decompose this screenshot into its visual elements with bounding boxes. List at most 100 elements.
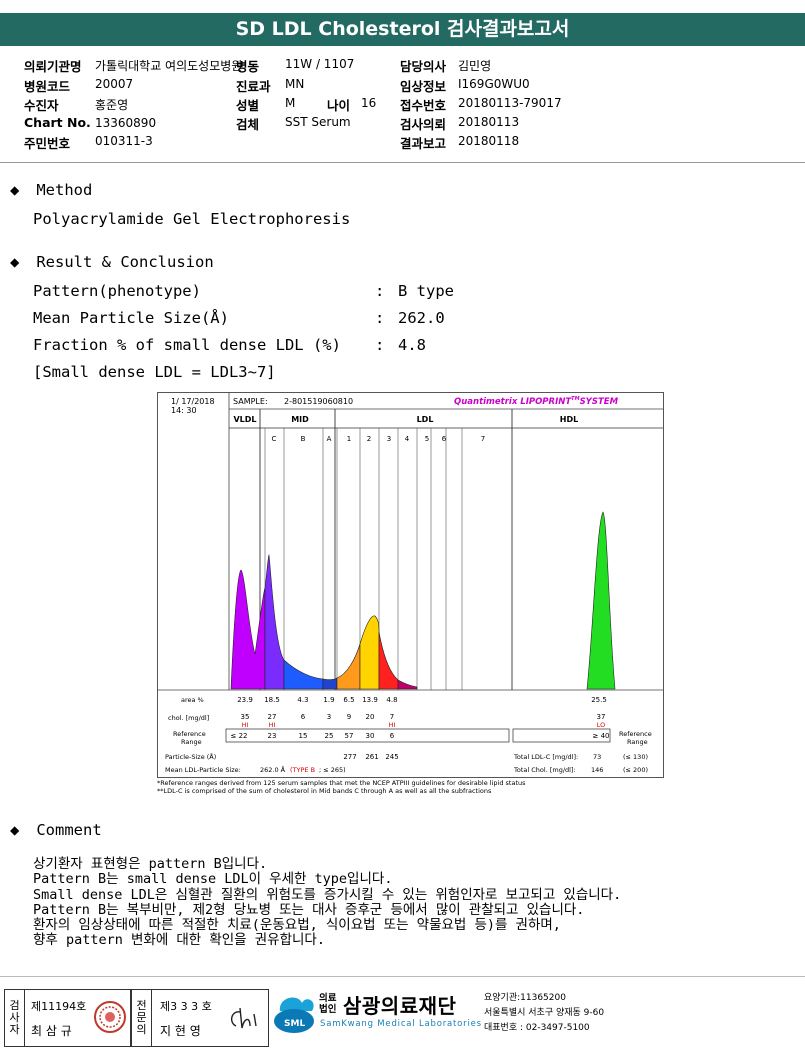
patient-info-block: 의뢰기관명 가톨릭대학교 여의도성모병원 병원코드 20007 수진자 홍준영 … [0,52,805,160]
sex-value: M [285,96,296,110]
chol-value: 20 [366,713,375,721]
sex-label: 성별 [236,98,260,113]
examiner-name: 최 삼 규 [31,1024,72,1038]
total-chol-ref: (≤ 200) [623,766,648,774]
org-prefix: 의료 법인 [319,993,336,1015]
chart-no-label: Chart No. [24,115,91,130]
area-value: 18.5 [264,696,280,704]
chol-label: chol. [mg/dl] [168,714,209,722]
group-label-vldl: VLDL [233,415,256,424]
ref-value: 15 [299,732,308,740]
area-value: 23.9 [237,696,253,704]
ref-value: 25 [325,732,334,740]
pattern-value: B type [398,282,454,300]
group-label-mid: MID [291,415,309,424]
colon: : [375,282,385,300]
clinical-info-value: I169G0WU0 [458,77,530,91]
area-value: 6.5 [343,696,354,704]
comment-body: 상기환자 표현형은 pattern B입니다. Pattern B는 small… [33,856,622,949]
dept-value: MN [285,77,305,91]
particle-size-label: Mean Particle Size(Å) [33,309,229,327]
sml-logo-icon: SML [274,997,314,1033]
ref-right-1: Reference [619,730,652,738]
mean-ldl-value: 262.0 Å [260,765,286,774]
brand-suffix: SYSTEM [580,397,619,407]
diamond-bullet-icon: ◆ [10,253,20,271]
comment-line: Pattern B는 small dense LDL이 우세한 type입니다. [33,871,393,888]
method-heading: ◆ Method [10,181,92,199]
area-value: 1.9 [323,696,334,704]
age-value: 16 [361,96,377,110]
resident-id-value: 010311-3 [95,134,153,148]
ward-label: 병동 [236,59,260,74]
chart-footnotes: *Reference ranges derived from 125 serum… [157,779,526,795]
band-label-1: 1 [347,435,351,443]
specialist-license: 제3 3 3 호 [160,1000,212,1013]
doctor-label: 담당의사 [400,59,447,74]
total-chol-label: Total Chol. [mg/dl]: [513,766,576,774]
colon: : [375,336,385,354]
receipt-label: 접수번호 [400,98,447,113]
chol-value: 3 [327,713,331,721]
chol-value: 27 [268,713,277,721]
patient-value: 홍준영 [95,98,129,112]
mean-ldl-ref: ; ≤ 265) [319,766,346,774]
chart-no-value: 13360890 [95,116,157,130]
ref-value: 6 [390,732,395,740]
org-name: 삼광의료재단 [343,994,457,1018]
flag-label: LO [597,721,606,729]
org-english: SamKwang Medical Laboratories [320,1019,482,1029]
logo-text: SML [284,1019,305,1029]
lipoprint-chart: 1/ 17/2018 14: 30 SAMPLE: 2-801519060810… [157,392,664,778]
comment-line: Pattern B는 복부비만, 제2형 당뇨병 또는 대사 증후군 등에서 많… [33,901,585,918]
chart-date: 1/ 17/2018 [171,397,215,406]
result-heading-text: Result & Conclusion [36,253,214,271]
particle-size-value: 261 [365,753,378,761]
hospital-label: 의뢰기관명 [24,59,82,74]
sample-label: SAMPLE: [233,397,268,406]
ref-value: 30 [366,732,375,740]
report-date-label: 결과보고 [400,136,447,151]
ref-label-2: Range [181,738,202,746]
chol-value: 6 [301,713,306,721]
header-divider [0,162,805,163]
result-heading: ◆ Result & Conclusion [10,253,214,271]
patient-label: 수진자 [24,98,59,113]
sdldl-note: [Small dense LDL = LDL3~7] [33,363,276,381]
area-value: 4.3 [297,696,308,704]
area-value: 25.5 [591,696,607,704]
band-label-2: 2 [367,435,371,443]
brand-main: Quantimetrix LIPOPRINT [454,397,572,407]
examiner-header: 검사자 [5,990,25,1046]
seal-icon [94,1001,126,1033]
ref-value: 23 [268,732,277,740]
comment-heading: ◆ Comment [10,821,102,839]
pattern-label: Pattern(phenotype) [33,282,201,300]
total-ldl-ref: (≤ 130) [623,753,648,761]
sdldl-fraction-value: 4.8 [398,336,426,354]
comment-line: Small dense LDL은 심혈관 질환의 위험도를 증가시킬 수 있는 … [33,886,622,903]
ref-value: ≥ 40 [593,732,610,740]
comment-line: 환자의 임상상태에 따른 적절한 치료(운동요법, 식이요법 또는 약물요법 등… [33,917,561,934]
group-label-hdl: HDL [560,415,578,424]
org-prefix-1: 의료 [319,993,337,1004]
org-address: 서울특별시 서초구 양재동 9-60 [484,1008,605,1018]
total-ldl-value: 73 [593,753,601,761]
clinical-info-label: 임상정보 [400,79,447,94]
report-title: SD LDL Cholesterol 검사결과보고서 [0,13,805,46]
chol-value: 37 [597,713,606,721]
particle-size-value: 245 [385,753,398,761]
particle-size-value: 262.0 [398,309,445,327]
diamond-bullet-icon: ◆ [10,821,20,839]
specialist-header: 전문의 [132,990,152,1046]
age-label: 나이 [327,98,351,113]
dept-label: 진료과 [236,79,271,94]
area-value: 13.9 [362,696,378,704]
request-date-label: 검사의뢰 [400,117,447,132]
colon: : [375,309,385,327]
specialist-stamp: 전문의 제3 3 3 호 지 현 영 [131,989,269,1047]
mean-ldl-label: Mean LDL-Particle Size: [165,766,241,774]
chol-value: 35 [241,713,250,721]
band-label-3: 3 [387,435,391,443]
hospital-value: 가톨릭대학교 여의도성모병원 [95,59,243,73]
